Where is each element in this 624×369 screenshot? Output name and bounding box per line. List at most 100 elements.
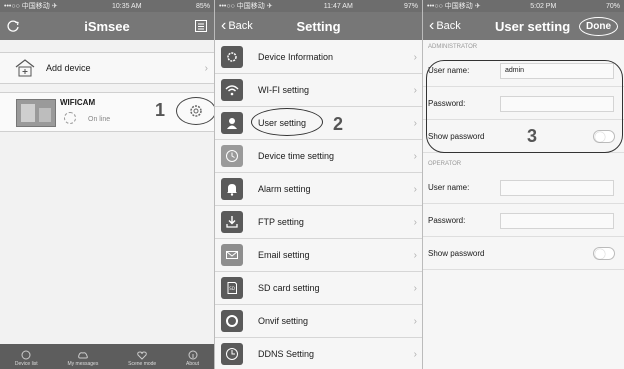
device-info-icon [221,46,243,68]
device-list-screen: •••○○ 中国移动 ✈ 10:35 AM 85% iSmsee Add dev… [0,0,214,369]
menu-item-onvif-setting[interactable]: Onvif setting › [215,305,422,338]
nav-bar: iSmsee [0,12,214,40]
camera-name: WIFICAM [60,98,96,107]
menu-button[interactable] [194,12,208,40]
tab-scene-mode[interactable]: Scene mode [128,350,156,367]
step-number: 2 [333,114,344,134]
section-header-operator: OPERATOR [428,161,462,167]
menu-item-device-time-setting[interactable]: Device time setting › [215,140,422,173]
step-number: 1 [155,100,166,120]
tab-about[interactable]: About [186,350,199,367]
menu-item-ftp-setting[interactable]: FTP setting › [215,206,422,239]
menu-label: Onvif setting [258,316,309,326]
clock-icon [221,145,243,167]
camera-status: On line [88,116,111,123]
operator-username-row: User name: [423,172,624,204]
chevron-right-icon: › [413,183,417,195]
tab-label: Device list [14,361,38,367]
add-device-label: Add device [46,63,91,73]
setting-screen: •••○○ 中国移动 ✈ 11:47 AM 97% ‹ Back Setting… [214,0,422,369]
nav-bar: ‹ Back User setting Done [423,12,624,40]
chevron-right-icon: › [413,282,417,294]
menu-item-alarm-setting[interactable]: Alarm setting › [215,173,422,206]
back-button[interactable]: ‹ Back [221,12,253,40]
operator-password-row: Password: [423,205,624,237]
clock-text: 10:35 AM [111,2,142,10]
password-label: Password: [428,216,466,225]
download-icon [221,211,243,233]
carrier-text: •••○○ 中国移动 ✈ [219,3,273,10]
tab-device-list[interactable]: Device list [15,350,38,367]
tab-label: My messages [67,361,99,367]
list-icon [195,20,207,32]
onvif-icon [221,310,243,332]
screen-title: Setting [296,18,341,34]
menu-label: Alarm setting [258,184,311,194]
menu-label: Email setting [258,250,310,260]
svg-text:SD: SD [229,286,235,291]
clock-text: 11:47 AM [323,2,353,10]
chevron-right-icon: › [413,249,417,261]
user-setting-screen: •••○○ 中国移动 ✈ 5:02 PM 70% ‹ Back User set… [422,0,624,369]
chevron-right-icon: › [413,84,417,96]
carrier-text: •••○○ 中国移动 ✈ [4,3,58,10]
chevron-left-icon: ‹ [221,17,227,34]
online-indicator-icon [64,112,76,124]
back-label: Back [228,20,253,32]
status-bar: •••○○ 中国移动 ✈ 10:35 AM 85% [0,0,214,12]
done-button[interactable]: Done [579,12,618,40]
back-label: Back [436,20,461,32]
menu-item-wifi-setting[interactable]: WI-FI setting › [215,74,422,107]
tab-label: Scene mode [128,361,157,367]
ddns-icon [221,343,243,365]
camera-thumbnail [16,99,56,127]
menu-label: WI-FI setting [258,85,310,95]
status-bar: •••○○ 中国移动 ✈ 11:47 AM 97% [215,0,422,12]
menu-item-email-setting[interactable]: Email setting › [215,239,422,272]
operator-username-input[interactable] [500,179,614,196]
camera-tab-icon [21,350,31,360]
nav-bar: ‹ Back Setting [215,12,422,40]
back-button[interactable]: ‹ Back [429,12,461,40]
chevron-right-icon: › [413,117,417,129]
app-title: iSmsee [84,18,130,34]
tab-my-messages[interactable]: My messages [67,350,98,367]
clock-text: 5:02 PM [530,2,557,10]
menu-label: Device Information [258,52,334,62]
done-label: Done [579,16,618,36]
carrier-text: •••○○ 中国移动 ✈ [427,3,481,10]
add-device-row[interactable]: Add device › [0,52,214,84]
heart-icon [137,351,147,360]
menu-item-ddns-setting[interactable]: DDNS Setting › [215,338,422,369]
operator-show-password-toggle[interactable] [593,247,615,260]
wifi-icon [221,79,243,101]
mail-icon [221,244,243,266]
username-label: User name: [428,183,470,192]
tab-bar: Device list My messages Scene mode About [0,344,214,369]
step-number: 3 [527,126,538,146]
highlight-oval [426,60,623,153]
sd-card-icon: SD [221,277,243,299]
cloud-icon [78,352,88,359]
status-bar: •••○○ 中国移动 ✈ 5:02 PM 70% [423,0,624,12]
menu-label: SD card setting [258,283,320,293]
chevron-right-icon: › [413,216,417,228]
show-password-label: Show password [428,249,485,258]
bell-icon [221,178,243,200]
highlight-oval [251,108,323,136]
battery-text: 97% [403,2,418,10]
section-header-administrator: ADMINISTRATOR [428,44,478,50]
menu-item-sd-card-setting[interactable]: SD SD card setting › [215,272,422,305]
tab-label: About [186,361,200,367]
menu-item-device-information[interactable]: Device Information › [215,41,422,74]
gear-icon [190,105,202,117]
chevron-right-icon: › [413,150,417,162]
chevron-left-icon: ‹ [429,17,435,34]
chevron-right-icon: › [413,51,417,63]
camera-settings-button[interactable] [176,97,214,125]
screen-title: User setting [495,18,571,34]
operator-password-input[interactable] [500,212,614,229]
battery-text: 85% [195,2,210,10]
battery-text: 70% [605,2,620,10]
refresh-button[interactable] [6,12,20,40]
